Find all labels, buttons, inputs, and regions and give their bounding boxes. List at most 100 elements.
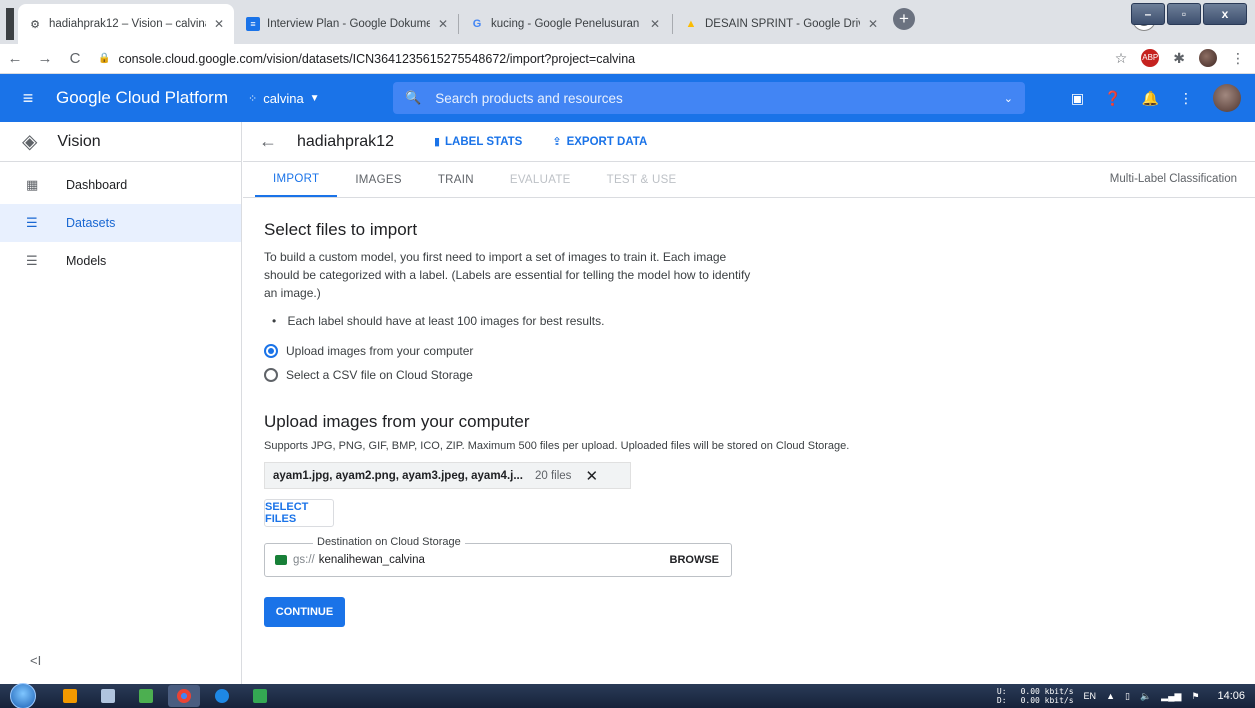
google-icon: G — [472, 18, 482, 30]
sidebar-item-dashboard[interactable]: ▦ Dashboard — [0, 166, 241, 204]
product-header: ◈ Vision — [0, 122, 241, 162]
project-icon: ⁘ — [247, 92, 258, 105]
upload-supports: Supports JPG, PNG, GIF, BMP, ICO, ZIP. M… — [264, 440, 850, 452]
option-upload[interactable]: Upload images from your computer — [264, 344, 1255, 358]
taskbar-app-chrome[interactable] — [168, 685, 200, 707]
more-vert-icon[interactable]: ⋮ — [1231, 50, 1245, 67]
bullet-icon: • — [272, 314, 277, 328]
device-icon[interactable]: ▯ — [1125, 691, 1130, 702]
account-avatar[interactable] — [1213, 84, 1241, 112]
browser-toolbar-right: ☆ ABP ✱ ⋮ — [1115, 49, 1245, 67]
label-stats-button[interactable]: ▮ LABEL STATS — [434, 135, 522, 149]
option-csv[interactable]: Select a CSV file on Cloud Storage — [264, 368, 1255, 382]
help-icon[interactable]: ❓ — [1104, 90, 1121, 107]
taskbar-app-excel[interactable] — [130, 685, 162, 707]
select-files-button[interactable]: SELECT FILES — [264, 499, 334, 527]
taskbar-app-drive[interactable] — [244, 685, 276, 707]
system-tray: U: D: 0.00 kbit/s 0.00 kbit/s EN ▲ ▯ 🔈 ▂▄▆… — [997, 684, 1245, 708]
close-tab-icon[interactable]: ✕ — [438, 17, 448, 31]
continue-button[interactable]: CONTINUE — [264, 597, 345, 627]
cloud-shell-icon[interactable]: ▣ — [1071, 90, 1084, 107]
back-arrow-icon[interactable]: ← — [0, 50, 30, 67]
classification-type: Multi-Label Classification — [1109, 173, 1237, 185]
tab-train[interactable]: TRAIN — [420, 162, 492, 197]
radio-upload[interactable] — [264, 344, 278, 358]
export-icon: ⇪ — [552, 136, 562, 148]
export-data-button[interactable]: ⇪ EXPORT DATA — [552, 135, 647, 149]
spreadsheet-icon — [139, 689, 153, 703]
close-window-button[interactable]: x — [1203, 3, 1247, 25]
gear-icon: ⚙ — [30, 18, 40, 31]
new-tab-button[interactable]: + — [893, 8, 915, 30]
action-center-icon[interactable]: ⚑ — [1191, 691, 1199, 702]
import-tip: • Each label should have at least 100 im… — [272, 314, 605, 328]
gcp-title[interactable]: Google Cloud Platform — [56, 88, 228, 108]
window-controls: – ▫ x — [1131, 3, 1247, 25]
minimize-button[interactable]: – — [1131, 3, 1165, 25]
bucket-icon — [275, 555, 287, 565]
start-button[interactable] — [10, 683, 36, 708]
sidebar-item-models[interactable]: ☰ Models — [0, 242, 241, 280]
signal-icon[interactable]: ▂▄▆ — [1161, 691, 1181, 702]
browser-avatar[interactable] — [1199, 49, 1217, 67]
search-input[interactable]: Search products and resources — [435, 91, 1004, 106]
destination-label: Destination on Cloud Storage — [313, 536, 465, 548]
browser-icon — [215, 689, 229, 703]
tab-separator — [458, 14, 459, 34]
chrome-icon — [177, 689, 191, 703]
list-icon: ☰ — [26, 215, 38, 230]
tab-images[interactable]: IMAGES — [337, 162, 420, 197]
more-vert-icon[interactable]: ⋮ — [1179, 90, 1193, 107]
media-player-icon — [63, 689, 77, 703]
url-field[interactable]: 🔒 console.cloud.google.com/vision/datase… — [98, 52, 635, 66]
sidebar-item-datasets[interactable]: ☰ Datasets — [0, 204, 241, 242]
close-tab-icon[interactable]: ✕ — [650, 17, 660, 31]
lock-icon: 🔒 — [98, 53, 111, 64]
close-tab-icon[interactable]: ✕ — [868, 17, 878, 31]
taskbar-app-browser[interactable] — [206, 685, 238, 707]
maximize-button[interactable]: ▫ — [1167, 3, 1201, 25]
volume-icon[interactable]: 🔈 — [1140, 691, 1151, 702]
puzzle-icon[interactable]: ✱ — [1173, 50, 1185, 67]
star-icon[interactable]: ☆ — [1115, 50, 1128, 67]
address-bar: ← → C 🔒 console.cloud.google.com/vision/… — [0, 44, 1255, 74]
notifications-icon[interactable]: 🔔 — [1142, 90, 1159, 107]
main-content: ← hadiahprak12 ▮ LABEL STATS ⇪ EXPORT DA… — [243, 122, 1255, 684]
tab-evaluate: EVALUATE — [509, 173, 571, 186]
destination-field[interactable]: Destination on Cloud Storage gs:// kenal… — [264, 536, 732, 577]
search-bar[interactable]: 🔍 Search products and resources ⌄ — [393, 82, 1025, 114]
tab-test-use: TEST & USE — [606, 173, 677, 186]
clock[interactable]: 14:06 — [1217, 690, 1245, 702]
tray-expand-icon[interactable]: ▲ — [1106, 691, 1115, 701]
bucket-name[interactable]: kenalihewan_calvina — [319, 554, 425, 566]
project-selector[interactable]: ⁘ calvina ▼ — [248, 91, 320, 106]
language-indicator[interactable]: EN — [1084, 691, 1097, 701]
taskbar-app-media[interactable] — [54, 685, 86, 707]
collapse-sidebar-icon[interactable]: <I — [30, 653, 41, 668]
browser-tab-kucing[interactable]: G kucing - Google Penelusuran ✕ — [460, 4, 670, 44]
import-heading: Select files to import — [264, 220, 418, 239]
browse-button[interactable]: BROWSE — [670, 554, 720, 566]
menu-icon[interactable]: ≡ — [0, 88, 56, 109]
dashboard-icon: ▦ — [26, 177, 39, 192]
browser-tab-desain-sprint[interactable]: ▲ DESAIN SPRINT - Google Drive ✕ — [674, 4, 888, 44]
browser-tab-interview-plan[interactable]: ≡ Interview Plan - Google Dokume ✕ — [236, 4, 458, 44]
reload-icon[interactable]: C — [60, 50, 90, 67]
tab-import[interactable]: IMPORT — [255, 162, 338, 197]
clear-files-icon[interactable]: ✕ — [585, 467, 598, 485]
back-arrow-icon[interactable]: ← — [259, 131, 277, 152]
chevron-down-icon[interactable]: ⌄ — [1004, 92, 1013, 105]
vision-logo-icon: ◈ — [22, 131, 38, 153]
taskbar-app-explorer[interactable] — [92, 685, 124, 707]
forward-arrow-icon[interactable]: → — [30, 50, 60, 67]
import-description: To build a custom model, you first need … — [264, 250, 751, 300]
tab-strip-edge — [6, 8, 14, 40]
drive-icon: ▲ — [685, 18, 697, 30]
dataset-name: hadiahprak12 — [297, 132, 394, 150]
extension-icon[interactable]: ABP — [1141, 49, 1160, 67]
browser-tab-vision[interactable]: ⚙ hadiahprak12 – Vision – calvina – ✕ — [18, 4, 234, 44]
radio-csv[interactable] — [264, 368, 278, 382]
sidebar: ◈ Vision ▦ Dashboard ☰ Datasets ☰ Models… — [0, 122, 242, 684]
import-panel: Select files to import To build a custom… — [243, 198, 1255, 627]
close-tab-icon[interactable]: ✕ — [214, 17, 224, 31]
